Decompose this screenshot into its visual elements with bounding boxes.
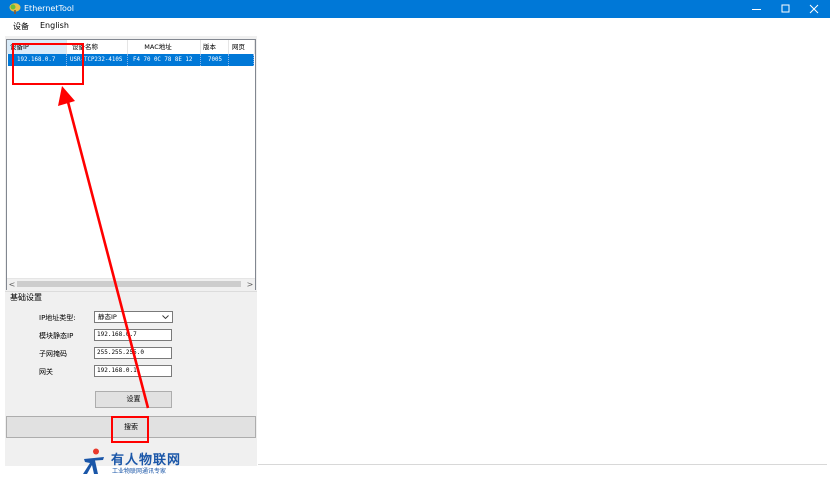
annotation-arrow [58,86,150,409]
